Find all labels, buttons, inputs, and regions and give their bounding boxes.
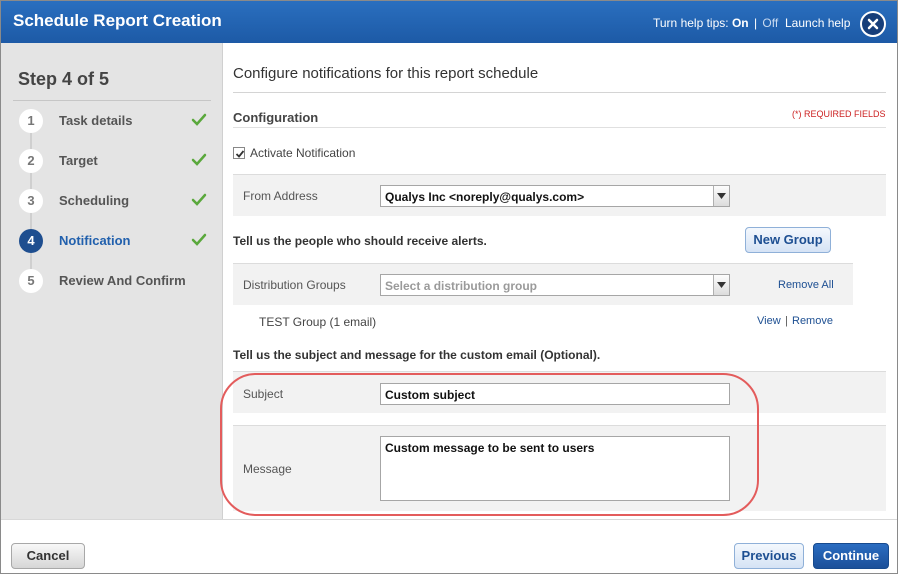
- activate-notification-label: Activate Notification: [250, 146, 356, 160]
- from-address-select[interactable]: Qualys Inc <noreply@qualys.com>: [380, 185, 730, 207]
- checkbox-check-icon: [235, 150, 245, 158]
- previous-button[interactable]: Previous: [734, 543, 804, 569]
- distribution-group-placeholder: Select a distribution group: [385, 279, 538, 293]
- checkmark-icon: [191, 113, 207, 126]
- sidebar-divider: [13, 100, 211, 101]
- wizard-sidebar: Step 4 of 5 1 Task details 2 Target 3 Sc…: [1, 43, 223, 519]
- from-address-label: From Address: [243, 189, 318, 203]
- help-tips-off[interactable]: Off: [762, 16, 778, 30]
- dialog-title: Schedule Report Creation: [13, 11, 222, 30]
- required-fields-note: (*) REQUIRED FIELDS: [792, 109, 886, 119]
- step-label: Review And Confirm: [59, 273, 186, 288]
- cancel-button[interactable]: Cancel: [11, 543, 85, 569]
- view-group-link[interactable]: View: [757, 315, 781, 327]
- step-number: 5: [19, 269, 43, 293]
- help-tips-label: Turn help tips:: [653, 16, 729, 30]
- new-group-button[interactable]: New Group: [745, 227, 831, 253]
- step-number: 4: [19, 229, 43, 253]
- custom-email-prompt: Tell us the subject and message for the …: [233, 348, 601, 362]
- step-number: 3: [19, 189, 43, 213]
- step-number: 2: [19, 149, 43, 173]
- distribution-groups-label: Distribution Groups: [243, 278, 346, 292]
- highlight-annotation: [220, 373, 759, 516]
- step-target[interactable]: 2 Target: [19, 149, 219, 173]
- step-scheduling[interactable]: 3 Scheduling: [19, 189, 219, 213]
- step-number: 1: [19, 109, 43, 133]
- dropdown-arrow: [713, 186, 729, 206]
- dialog-window: Schedule Report Creation Turn help tips:…: [0, 0, 898, 574]
- step-task-details[interactable]: 1 Task details: [19, 109, 219, 133]
- from-address-value: Qualys Inc <noreply@qualys.com>: [385, 190, 585, 204]
- step-review-and-confirm[interactable]: 5 Review And Confirm: [19, 269, 219, 293]
- step-label: Scheduling: [59, 193, 130, 208]
- remove-group-link[interactable]: Remove: [792, 315, 833, 327]
- distribution-group-item: TEST Group (1 email): [259, 315, 377, 329]
- help-tips-on[interactable]: On: [732, 16, 749, 30]
- footer-divider: [1, 519, 897, 520]
- dialog-header: Schedule Report Creation Turn help tips:…: [1, 1, 897, 43]
- help-tips-separator: |: [753, 16, 758, 30]
- activate-notification-checkbox[interactable]: [233, 147, 245, 159]
- recipients-prompt: Tell us the people who should receive al…: [233, 234, 487, 248]
- close-icon: [867, 18, 879, 30]
- checkmark-icon: [191, 193, 207, 206]
- checkmark-icon: [191, 153, 207, 166]
- chevron-down-icon: [717, 193, 726, 199]
- step-notification[interactable]: 4 Notification: [19, 229, 219, 253]
- link-separator: |: [785, 315, 788, 327]
- chevron-down-icon: [717, 282, 726, 288]
- launch-help-link[interactable]: Launch help: [785, 16, 850, 30]
- close-button[interactable]: [860, 11, 886, 37]
- page-title: Configure notifications for this report …: [233, 65, 539, 82]
- section-heading: Configuration: [233, 110, 319, 125]
- step-label: Target: [59, 153, 98, 168]
- section-divider: [233, 127, 886, 128]
- dropdown-arrow: [713, 275, 729, 295]
- step-label: Notification: [59, 233, 131, 248]
- help-tips-toggle: Turn help tips: On | Off: [653, 16, 778, 30]
- step-counter: Step 4 of 5: [18, 69, 110, 89]
- continue-button[interactable]: Continue: [813, 543, 889, 569]
- checkmark-icon: [191, 233, 207, 246]
- distribution-group-select[interactable]: Select a distribution group: [380, 274, 730, 296]
- title-divider: [233, 92, 886, 93]
- step-label: Task details: [59, 113, 133, 128]
- remove-all-link[interactable]: Remove All: [778, 279, 834, 291]
